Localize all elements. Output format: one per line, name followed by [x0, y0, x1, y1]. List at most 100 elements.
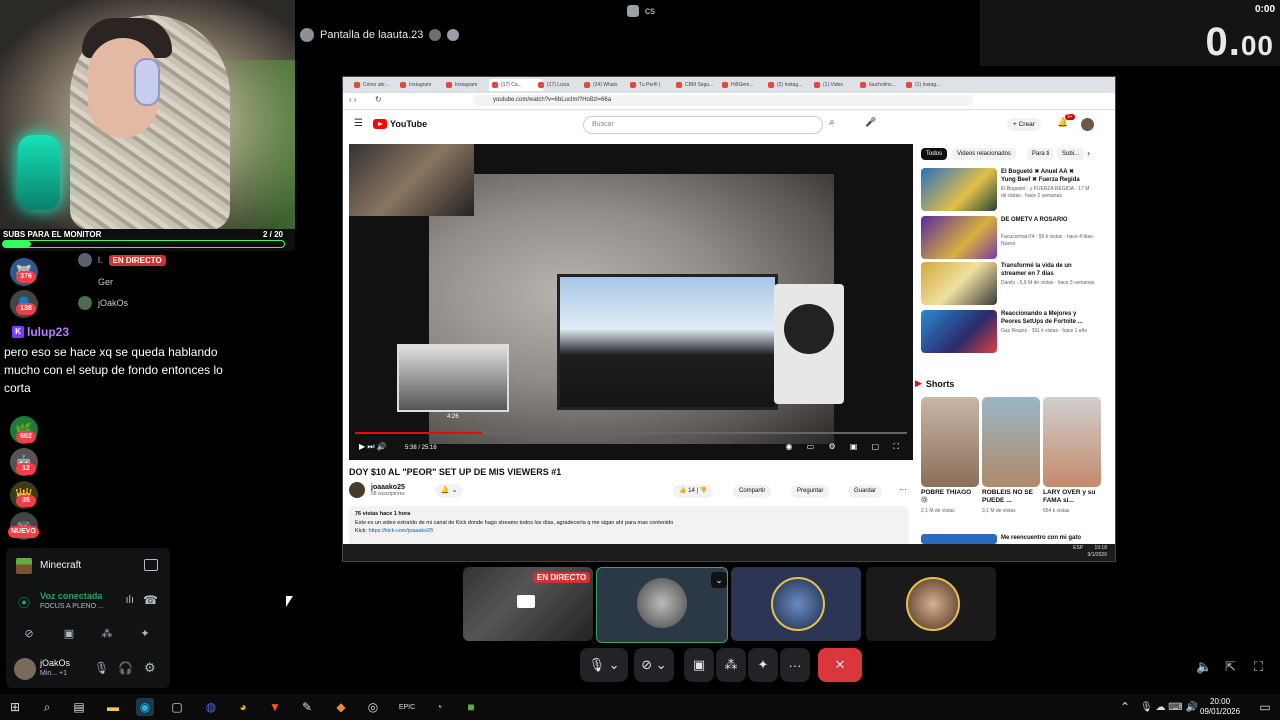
mic-button[interactable]: 🎙 ⌄: [580, 648, 628, 682]
rec-video-3[interactable]: Transformé la vida de un streamer en 7 d…: [921, 262, 1101, 306]
short-1[interactable]: [921, 397, 979, 487]
soundboard-icon[interactable]: ✦: [132, 623, 158, 643]
rec-video-4[interactable]: Reaccionando a Mejores y Peores SetUps d…: [921, 310, 1101, 354]
avatar: [78, 296, 92, 310]
voice-status[interactable]: Voz conectada: [40, 591, 102, 601]
tile-stream[interactable]: EN DIRECTO: [463, 567, 593, 641]
rec-title: Transformé la vida de un streamer en 7 d…: [1001, 263, 1072, 277]
youtube-play-icon: [373, 119, 387, 129]
menu-icon[interactable]: ☰: [354, 118, 363, 129]
screen-share-button[interactable]: ▣: [56, 623, 82, 643]
volume-icon[interactable]: 🔈: [1196, 659, 1212, 675]
shared-screen-browser[interactable]: Cómo abr... Instagram Instagram (17) Ca...(…: [342, 76, 1116, 562]
video-player[interactable]: 4:26 ▶ ⏭ 🔊 5:38 / 25:16 ◉ ▭ ⚙ ▣ ▢ ⛶: [349, 144, 913, 460]
chat-username: K lulup23: [12, 325, 69, 339]
notification-icon[interactable]: ▭: [1256, 698, 1274, 716]
back-icon[interactable]: ‹ ›: [349, 95, 357, 104]
reload-icon[interactable]: ↻: [375, 95, 382, 104]
video-title: DOY $10 AL "PEOR" SET UP DE MIS VIEWERS …: [349, 467, 562, 477]
short-3[interactable]: [1043, 397, 1101, 487]
play-icon[interactable]: ▶ ⏭ 🔊: [359, 442, 387, 452]
chevron-right-icon[interactable]: ›: [1087, 148, 1090, 158]
like-button[interactable]: 👍 14 | 👎: [673, 485, 714, 498]
player-settings-icons[interactable]: ◉ ▭ ⚙ ▣ ▢ ⛶: [785, 442, 905, 452]
channel-info[interactable]: joaaako25 58 suscriptores 🔔 ⌄: [349, 482, 464, 498]
ask-button[interactable]: Preguntar: [791, 485, 830, 498]
tray-up-icon[interactable]: ⌃: [1116, 698, 1134, 716]
voice-channel-sub[interactable]: FOCUS A PLENO ...: [40, 603, 104, 610]
camera-button[interactable]: ⊘ ⌄: [634, 648, 674, 682]
screen-share-icon[interactable]: [144, 559, 158, 571]
chip-uploads[interactable]: Subi...: [1057, 148, 1085, 160]
disconnect-icon[interactable]: ☎: [143, 593, 158, 607]
tile-user-3[interactable]: [866, 567, 996, 641]
chip-for-you[interactable]: Para ti: [1027, 148, 1055, 160]
app-icon[interactable]: ✎: [298, 698, 316, 716]
search-icon[interactable]: ⌕: [829, 117, 835, 128]
chevron-down-icon[interactable]: ⌄: [711, 572, 727, 588]
settings-gear-icon[interactable]: ⚙: [144, 660, 156, 676]
save-button[interactable]: Guardar: [848, 485, 883, 498]
channel-name[interactable]: joaaako25: [371, 484, 405, 491]
avatar[interactable]: [1081, 118, 1094, 131]
kick-link[interactable]: https://kick.com/joaaako25: [368, 528, 433, 534]
search-icon[interactable]: ⌕: [38, 698, 56, 716]
avatar[interactable]: [14, 658, 36, 680]
progress-bar[interactable]: [355, 432, 907, 434]
app-icon[interactable]: ▢: [168, 698, 186, 716]
camera-off-icon[interactable]: ⊘: [16, 623, 42, 643]
rec-partial[interactable]: [921, 534, 997, 544]
activities-button[interactable]: ⁂: [716, 648, 746, 682]
youtube-logo[interactable]: YouTube: [373, 119, 427, 129]
app-icon[interactable]: EPIC: [398, 698, 416, 716]
start-icon[interactable]: ⊞: [6, 698, 24, 716]
voice-user-3[interactable]: jOakOs: [78, 296, 128, 310]
avatar[interactable]: [349, 482, 365, 498]
chip-related[interactable]: Videos relacionados: [952, 148, 1016, 160]
brave-icon[interactable]: ▼: [266, 698, 284, 716]
taskbar-date: 09/01/2026: [1200, 707, 1241, 716]
kick-icon: K: [12, 326, 24, 338]
mic-icon[interactable]: 🎙: [94, 661, 109, 675]
voice-user-2[interactable]: Ger: [78, 275, 113, 289]
browser-tab[interactable]: (1) Instag...: [903, 79, 957, 91]
discord-icon[interactable]: ◍: [202, 698, 220, 716]
popout-icon[interactable]: ⇱: [1225, 659, 1236, 675]
minecraft-icon[interactable]: ■: [462, 698, 480, 716]
tile-user-1[interactable]: ⌄ 👥: [596, 567, 728, 643]
headphones-icon[interactable]: 🎧: [118, 661, 133, 675]
soundwave-icon[interactable]: ılı: [125, 594, 134, 606]
avatar: [771, 577, 825, 631]
voice-search-icon[interactable]: 🎤: [865, 117, 876, 128]
rec-title: El Boguetó ✖ Anuel AA ✖ Yung Beef ✖ Fuer…: [1001, 169, 1080, 183]
taskbar-time: 20:00: [1210, 697, 1231, 706]
chrome-icon[interactable]: ◕: [234, 698, 252, 716]
video-description[interactable]: 76 vistas hace 1 hora Este es un video e…: [349, 506, 909, 544]
create-button[interactable]: + Crear: [1007, 118, 1041, 131]
rec-video-2[interactable]: DE OMETV A ROSARIO Facucorman74 · 90 k v…: [921, 216, 1101, 260]
fullscreen-icon[interactable]: ⛶: [1254, 659, 1263, 675]
rec-video-1[interactable]: El Boguetó ✖ Anuel AA ✖ Yung Beef ✖ Fuer…: [921, 168, 1101, 212]
voice-user-1[interactable]: l. EN DIRECTO: [78, 253, 166, 267]
soundboard-button[interactable]: ✦: [748, 648, 778, 682]
screen-share-button[interactable]: ▣: [684, 648, 714, 682]
chip-all[interactable]: Todos: [921, 148, 948, 160]
obs-icon[interactable]: ◎: [364, 698, 382, 716]
disconnect-button[interactable]: ✕: [818, 648, 862, 682]
short-2[interactable]: [982, 397, 1040, 487]
tray-icons[interactable]: 🎙 ☁ ⌨ 🔊: [1134, 698, 1204, 716]
tile-user-2[interactable]: [731, 567, 861, 641]
app-icon[interactable]: ◆: [332, 698, 350, 716]
share-button[interactable]: Compartir: [733, 485, 772, 498]
search-input[interactable]: Buscar: [583, 116, 823, 134]
file-explorer-icon[interactable]: ▬: [104, 698, 122, 716]
app-icon[interactable]: ◔: [430, 698, 448, 716]
url-field[interactable]: youtube.com/watch?v=6bLucIml?Ho8zl=66a: [473, 95, 973, 106]
subscribe-bell-icon[interactable]: 🔔 ⌄: [434, 483, 464, 497]
taskbar-clock[interactable]: 20:00 09/01/2026: [1200, 697, 1240, 717]
task-view-icon[interactable]: ▤: [70, 698, 88, 716]
more-icon[interactable]: ···: [899, 485, 907, 494]
activities-icon[interactable]: ⁂: [94, 623, 120, 643]
edge-icon[interactable]: ◉: [136, 698, 154, 716]
more-options-button[interactable]: ···: [780, 648, 810, 682]
